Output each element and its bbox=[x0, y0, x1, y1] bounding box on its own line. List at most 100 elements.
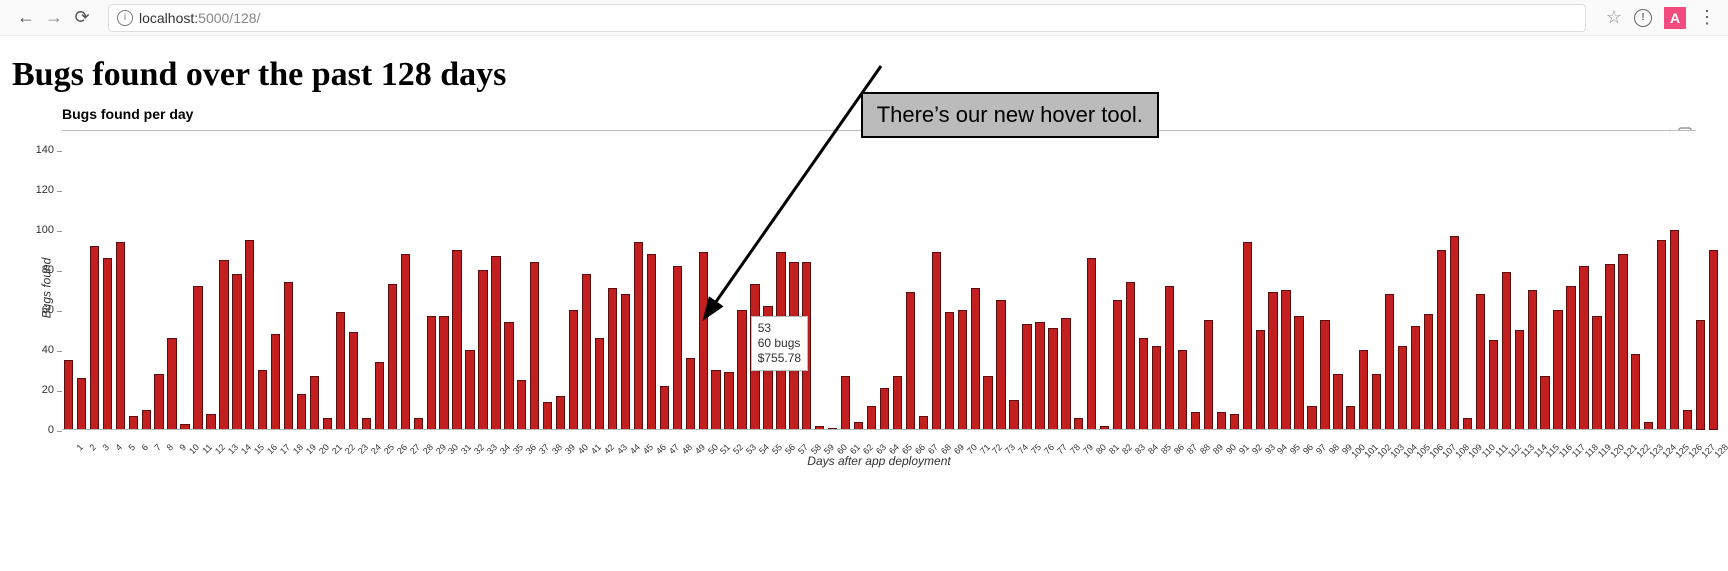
bar[interactable] bbox=[154, 374, 163, 430]
bar[interactable] bbox=[219, 260, 228, 430]
bar[interactable] bbox=[116, 242, 125, 430]
bookmark-star-icon[interactable]: ☆ bbox=[1606, 7, 1622, 28]
bar[interactable] bbox=[1696, 320, 1705, 430]
bar[interactable] bbox=[1022, 324, 1031, 430]
bar[interactable] bbox=[1670, 230, 1679, 430]
bar[interactable] bbox=[258, 370, 267, 430]
bar[interactable] bbox=[1424, 314, 1433, 430]
bar[interactable] bbox=[1061, 318, 1070, 430]
bar[interactable] bbox=[401, 254, 410, 430]
bar[interactable] bbox=[1126, 282, 1135, 430]
bar[interactable] bbox=[958, 310, 967, 430]
bar[interactable] bbox=[1528, 290, 1537, 430]
bar[interactable] bbox=[841, 376, 850, 430]
bar[interactable] bbox=[1515, 330, 1524, 430]
bar[interactable] bbox=[906, 292, 915, 430]
bar[interactable] bbox=[1256, 330, 1265, 430]
bar[interactable] bbox=[245, 240, 254, 430]
bar[interactable] bbox=[1450, 236, 1459, 430]
bar[interactable] bbox=[673, 266, 682, 430]
bar[interactable] bbox=[388, 284, 397, 430]
bar[interactable] bbox=[1191, 412, 1200, 430]
bar[interactable] bbox=[1385, 294, 1394, 430]
bar[interactable] bbox=[1683, 410, 1692, 430]
bar[interactable] bbox=[1230, 414, 1239, 430]
bar[interactable] bbox=[1152, 346, 1161, 430]
bar[interactable] bbox=[1243, 242, 1252, 430]
bar[interactable] bbox=[1178, 350, 1187, 430]
bar[interactable] bbox=[349, 332, 358, 430]
url-bar[interactable]: i localhost:5000/128/ bbox=[108, 4, 1586, 32]
bar[interactable] bbox=[1411, 326, 1420, 430]
bar[interactable] bbox=[1657, 240, 1666, 430]
bar[interactable] bbox=[1165, 286, 1174, 430]
bar[interactable] bbox=[711, 370, 720, 430]
bar[interactable] bbox=[1294, 316, 1303, 430]
bar[interactable] bbox=[1333, 374, 1342, 430]
bar[interactable] bbox=[284, 282, 293, 430]
bar[interactable] bbox=[1359, 350, 1368, 430]
bar[interactable] bbox=[1204, 320, 1213, 430]
bar[interactable] bbox=[1398, 346, 1407, 430]
bar[interactable] bbox=[1113, 300, 1122, 430]
site-info-icon[interactable]: i bbox=[117, 10, 133, 26]
bar[interactable] bbox=[919, 416, 928, 430]
bar[interactable] bbox=[1437, 250, 1446, 430]
bar[interactable] bbox=[621, 294, 630, 430]
bar[interactable] bbox=[193, 286, 202, 430]
bar[interactable] bbox=[77, 378, 86, 430]
bar[interactable] bbox=[932, 252, 941, 430]
page-info-icon[interactable]: ! bbox=[1634, 9, 1652, 27]
bar[interactable] bbox=[1476, 294, 1485, 430]
bar[interactable] bbox=[945, 312, 954, 430]
bar[interactable] bbox=[167, 338, 176, 430]
bar[interactable] bbox=[1307, 406, 1316, 430]
bar[interactable] bbox=[1048, 328, 1057, 430]
bar[interactable] bbox=[1579, 266, 1588, 430]
bar[interactable] bbox=[1372, 374, 1381, 430]
bar[interactable] bbox=[90, 246, 99, 430]
bar[interactable] bbox=[1592, 316, 1601, 430]
bar[interactable] bbox=[608, 288, 617, 430]
nav-forward-button[interactable]: → bbox=[40, 4, 68, 32]
bar[interactable] bbox=[543, 402, 552, 430]
bar[interactable] bbox=[1631, 354, 1640, 430]
bar[interactable] bbox=[232, 274, 241, 430]
bar[interactable] bbox=[297, 394, 306, 430]
bar[interactable] bbox=[867, 406, 876, 430]
bar[interactable] bbox=[530, 262, 539, 430]
bar[interactable] bbox=[1139, 338, 1148, 430]
bar[interactable] bbox=[724, 372, 733, 430]
bar[interactable] bbox=[1009, 400, 1018, 430]
bar[interactable] bbox=[569, 310, 578, 430]
bar[interactable] bbox=[1566, 286, 1575, 430]
bar[interactable] bbox=[1035, 322, 1044, 430]
bar[interactable] bbox=[880, 388, 889, 430]
bar[interactable] bbox=[1268, 292, 1277, 430]
extension-badge[interactable]: A bbox=[1664, 7, 1686, 29]
bar[interactable] bbox=[1346, 406, 1355, 430]
bar[interactable] bbox=[971, 288, 980, 430]
bar[interactable] bbox=[1502, 272, 1511, 430]
plot-area[interactable]: Bugs found 12345678910111213141516171819… bbox=[62, 130, 1696, 430]
bar[interactable] bbox=[1553, 310, 1562, 430]
bar[interactable] bbox=[517, 380, 526, 430]
bar[interactable] bbox=[310, 376, 319, 430]
bar[interactable] bbox=[983, 376, 992, 430]
bar[interactable] bbox=[103, 258, 112, 430]
bar[interactable] bbox=[1489, 340, 1498, 430]
bar[interactable] bbox=[893, 376, 902, 430]
bar[interactable] bbox=[439, 316, 448, 430]
nav-reload-button[interactable]: ⟳ bbox=[68, 4, 96, 32]
bar[interactable] bbox=[660, 386, 669, 430]
bar[interactable] bbox=[595, 338, 604, 430]
bar[interactable] bbox=[582, 274, 591, 430]
bar[interactable] bbox=[1605, 264, 1614, 430]
bar[interactable] bbox=[634, 242, 643, 430]
bar[interactable] bbox=[686, 358, 695, 430]
bar[interactable] bbox=[1320, 320, 1329, 430]
bar[interactable] bbox=[64, 360, 73, 430]
bar[interactable] bbox=[1618, 254, 1627, 430]
bar[interactable] bbox=[996, 300, 1005, 430]
bar[interactable] bbox=[737, 310, 746, 430]
